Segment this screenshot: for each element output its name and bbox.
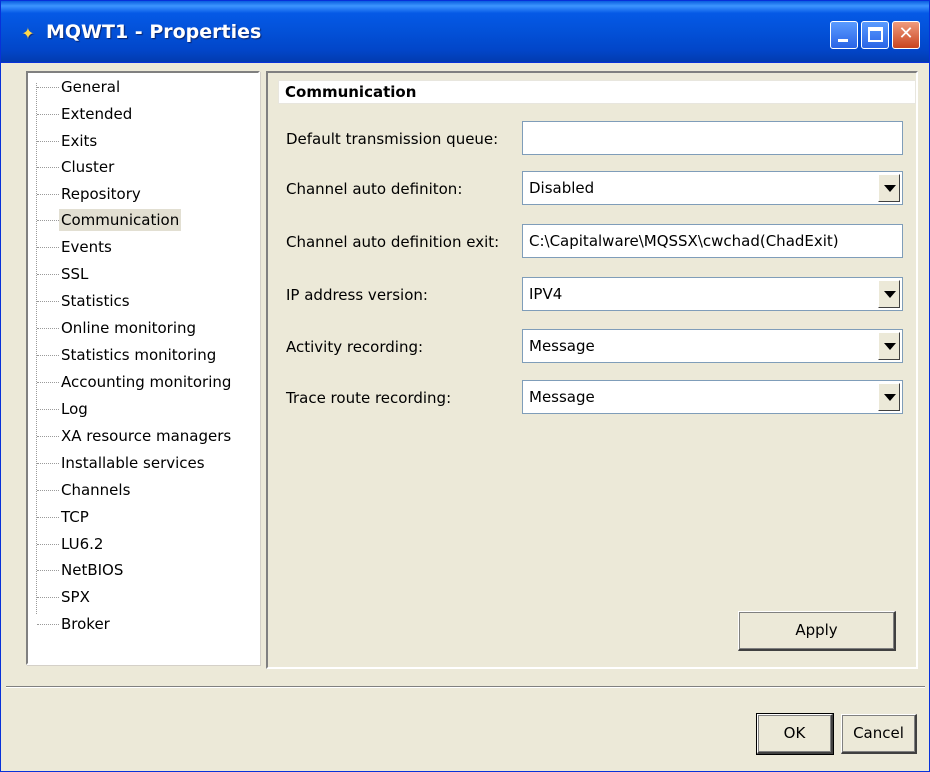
tree-item-label: Repository: [61, 185, 141, 203]
tree-branch-line: [37, 570, 59, 571]
trace-route-select[interactable]: Message: [522, 380, 903, 414]
close-button[interactable]: ✕: [892, 21, 920, 49]
activity-recording-label: Activity recording:: [286, 338, 424, 356]
tree-item-label: Statistics: [61, 292, 130, 310]
tree-branch-line: [37, 194, 59, 195]
chevron-down-icon[interactable]: [878, 332, 900, 360]
tree-item-label: Statistics monitoring: [61, 346, 217, 364]
tree-item-label: Communication: [59, 209, 182, 231]
tree-branch-line: [37, 301, 59, 302]
tree-item-label: SSL: [61, 265, 89, 283]
app-icon: ✦: [21, 24, 35, 43]
tree-branch-line: [37, 355, 59, 356]
ok-button[interactable]: OK: [756, 713, 834, 755]
tree-item-label: Channels: [61, 481, 131, 499]
tree-item-label: Accounting monitoring: [61, 373, 232, 391]
tree-branch-line: [37, 220, 59, 221]
chad-exit-label: Channel auto definition exit:: [286, 233, 500, 251]
tree-item-label: LU6.2: [61, 535, 104, 553]
chad-exit-input[interactable]: C:\Capitalware\MQSSX\cwchad(ChadExit): [522, 224, 903, 258]
cancel-button[interactable]: Cancel: [841, 714, 917, 754]
chevron-down-icon[interactable]: [878, 383, 900, 411]
chad-select-value: Disabled: [529, 179, 595, 197]
maximize-button[interactable]: [861, 21, 889, 49]
maximize-icon: [868, 27, 883, 42]
tree-item-label: NetBIOS: [61, 561, 124, 579]
section-header: Communication: [278, 80, 916, 104]
tree-branch-line: [37, 382, 59, 383]
minimize-button[interactable]: [830, 21, 858, 49]
ip-version-select-value: IPV4: [529, 285, 563, 303]
trace-route-select-value: Message: [529, 388, 595, 406]
tree-branch-line: [37, 247, 59, 248]
tree-item-label: Log: [61, 400, 88, 418]
footer-separator: [6, 686, 925, 688]
tree-branch-line: [37, 436, 59, 437]
tree-connector-line: [36, 83, 37, 614]
chad-label: Channel auto definiton:: [286, 180, 463, 198]
tree-item-label: XA resource managers: [61, 427, 232, 445]
activity-recording-select-value: Message: [529, 337, 595, 355]
tree-branch-line: [37, 463, 59, 464]
ip-version-label: IP address version:: [286, 286, 428, 304]
trace-route-label: Trace route recording:: [286, 389, 452, 407]
window-title: MQWT1 - Properties: [46, 21, 262, 43]
tree-item-label: Installable services: [61, 454, 205, 472]
tree-branch-line: [37, 597, 59, 598]
ip-version-select[interactable]: IPV4: [522, 277, 903, 311]
minimize-icon: [838, 39, 848, 42]
default-xmitq-input[interactable]: [522, 121, 903, 155]
chevron-down-icon[interactable]: [878, 174, 900, 202]
tree-branch-line: [37, 490, 59, 491]
properties-panel: [266, 71, 918, 669]
tree-item-label: Exits: [61, 132, 98, 150]
tree-item-label: General: [61, 78, 121, 96]
tree-branch-line: [37, 114, 59, 115]
tree-branch-line: [37, 274, 59, 275]
tree-item-label: Extended: [61, 105, 133, 123]
tree-item-label: Events: [61, 238, 112, 256]
activity-recording-select[interactable]: Message: [522, 329, 903, 363]
apply-button[interactable]: Apply: [738, 611, 896, 651]
tree-branch-line: [37, 517, 59, 518]
tree-item-label: Broker: [61, 615, 110, 633]
close-icon: ✕: [898, 23, 914, 44]
tree-branch-line: [37, 544, 59, 545]
tree-item-label: TCP: [61, 508, 89, 526]
tree-branch-line: [37, 87, 59, 88]
tree-branch-line: [37, 167, 59, 168]
tree-item-label: SPX: [61, 588, 90, 606]
tree-item-label: Online monitoring: [61, 319, 197, 337]
tree-branch-line: [37, 624, 59, 625]
tree-branch-line: [37, 409, 59, 410]
category-tree[interactable]: General Extended Exits Cluster Repositor…: [26, 71, 260, 665]
tree-branch-line: [37, 141, 59, 142]
chevron-down-icon[interactable]: [878, 280, 900, 308]
tree-item-label: Cluster: [61, 158, 115, 176]
properties-window: ✦ MQWT1 - Properties ✕ General Extended …: [0, 0, 930, 772]
default-xmitq-label: Default transmission queue:: [286, 130, 499, 148]
tree-branch-line: [37, 328, 59, 329]
title-bar[interactable]: ✦ MQWT1 - Properties ✕: [1, 1, 929, 63]
chad-select[interactable]: Disabled: [522, 171, 903, 205]
